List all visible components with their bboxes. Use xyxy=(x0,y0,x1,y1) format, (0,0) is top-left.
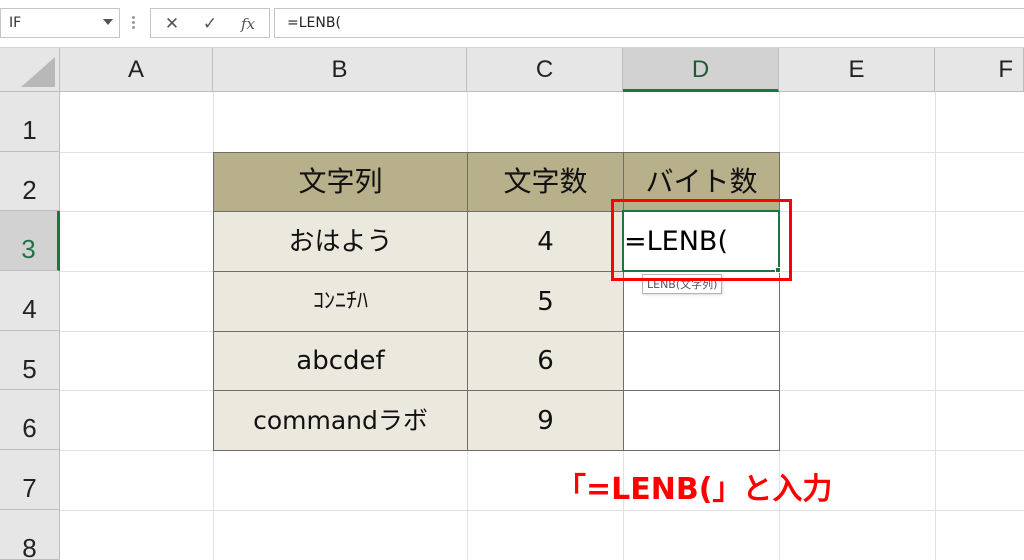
table-cell-text[interactable]: ｺﾝﾆﾁﾊ xyxy=(213,271,468,332)
insert-function-icon[interactable]: fx xyxy=(237,13,259,35)
table-cell-chars[interactable]: 6 xyxy=(467,331,624,391)
table-cell-chars[interactable]: 9 xyxy=(467,390,624,451)
name-box-value: IF xyxy=(9,15,22,31)
highlight-box xyxy=(611,199,792,281)
row-header-8[interactable]: 8 xyxy=(0,510,60,560)
chevron-down-icon[interactable] xyxy=(103,19,113,25)
gridline xyxy=(935,92,936,560)
gridline xyxy=(60,510,1024,511)
formula-input[interactable]: =LENB( xyxy=(274,8,1024,38)
column-header-a[interactable]: A xyxy=(60,48,213,92)
formula-text: =LENB( xyxy=(287,15,341,31)
column-header-e[interactable]: E xyxy=(779,48,935,92)
column-header-c[interactable]: C xyxy=(467,48,623,92)
row-header-6[interactable]: 6 xyxy=(0,390,60,450)
table-cell-chars[interactable]: 4 xyxy=(467,211,624,272)
table-cell-bytes[interactable] xyxy=(623,331,780,391)
table-cell-text[interactable]: commandラボ xyxy=(213,390,468,451)
column-header-d[interactable]: D xyxy=(623,48,779,92)
table-header-text[interactable]: 文字列 xyxy=(213,152,468,212)
table-cell-chars[interactable]: 5 xyxy=(467,271,624,332)
spreadsheet-grid: A B C D E F 1 2 3 4 5 6 7 8 文字列 文字数 バイト数… xyxy=(0,48,1024,560)
check-icon[interactable]: ✓ xyxy=(199,13,221,35)
row-header-1[interactable]: 1 xyxy=(0,92,60,152)
annotation-text: 「=LENB(」と入力 xyxy=(556,472,833,507)
table-cell-bytes[interactable] xyxy=(623,390,780,451)
drag-handle-icon[interactable] xyxy=(132,14,138,34)
row-header-4[interactable]: 4 xyxy=(0,271,60,331)
formula-bar: IF ✕ ✓ fx =LENB( xyxy=(0,0,1024,48)
name-box[interactable]: IF xyxy=(0,8,120,38)
table-cell-text[interactable]: abcdef xyxy=(213,331,468,391)
column-header-b[interactable]: B xyxy=(213,48,467,92)
cancel-icon[interactable]: ✕ xyxy=(161,13,183,35)
formula-tools: ✕ ✓ fx xyxy=(150,8,270,38)
row-header-7[interactable]: 7 xyxy=(0,450,60,510)
table-cell-text[interactable]: おはよう xyxy=(213,211,468,272)
column-header-f[interactable]: F xyxy=(935,48,1024,92)
row-header-3[interactable]: 3 xyxy=(0,211,60,271)
select-all-corner[interactable] xyxy=(0,48,60,92)
table-header-chars[interactable]: 文字数 xyxy=(467,152,624,212)
row-header-2[interactable]: 2 xyxy=(0,152,60,211)
row-header-5[interactable]: 5 xyxy=(0,331,60,390)
